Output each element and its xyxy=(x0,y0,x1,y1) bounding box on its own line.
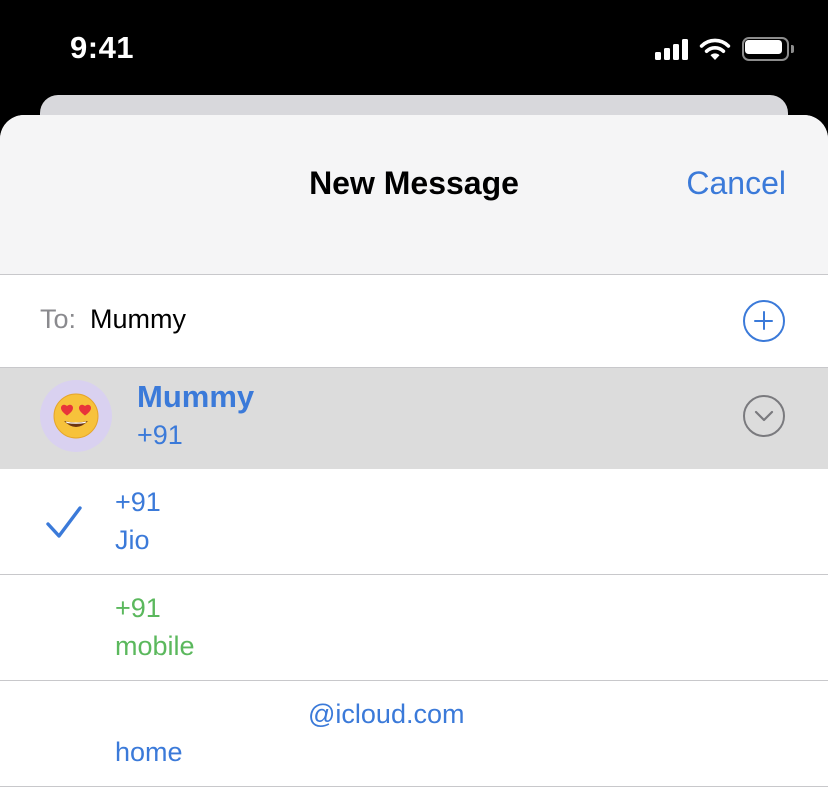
option-number: +91 xyxy=(115,593,161,623)
status-icons xyxy=(655,36,794,62)
contact-number: +91 xyxy=(137,420,183,450)
contact-option-email[interactable]: @icloud.com home xyxy=(0,681,828,787)
sheet-header: New Message Cancel xyxy=(0,115,828,275)
option-label: mobile xyxy=(115,631,195,661)
recipient-input[interactable]: Mummy xyxy=(90,304,186,335)
status-time: 9:41 xyxy=(70,30,135,65)
wifi-icon xyxy=(699,38,731,60)
option-label: home xyxy=(115,737,183,767)
contact-option-jio[interactable]: +91 Jio xyxy=(0,469,828,575)
add-contact-button[interactable] xyxy=(743,300,785,342)
divider xyxy=(0,786,828,787)
option-email: @icloud.com xyxy=(308,699,465,729)
cellular-signal-icon xyxy=(655,38,688,60)
status-bar: 9:41 xyxy=(0,0,828,96)
option-label: Jio xyxy=(115,525,150,555)
cancel-button[interactable]: Cancel xyxy=(686,165,786,202)
contact-name: Mummy xyxy=(137,379,255,414)
checkmark-icon xyxy=(46,506,82,538)
avatar xyxy=(40,380,112,452)
heart-eyes-emoji-icon xyxy=(53,393,99,439)
battery-icon xyxy=(742,37,794,61)
chevron-down-icon xyxy=(754,410,774,422)
new-message-sheet: New Message Cancel To: Mummy Mummy +91 +… xyxy=(0,115,828,803)
contact-option-mobile[interactable]: +91 mobile xyxy=(0,575,828,681)
recipient-field[interactable]: To: Mummy xyxy=(0,275,828,368)
expand-contact-button[interactable] xyxy=(743,395,785,437)
contact-suggestion-row[interactable]: Mummy +91 xyxy=(0,368,828,469)
option-number: +91 xyxy=(115,487,161,517)
to-label: To: xyxy=(40,304,77,334)
